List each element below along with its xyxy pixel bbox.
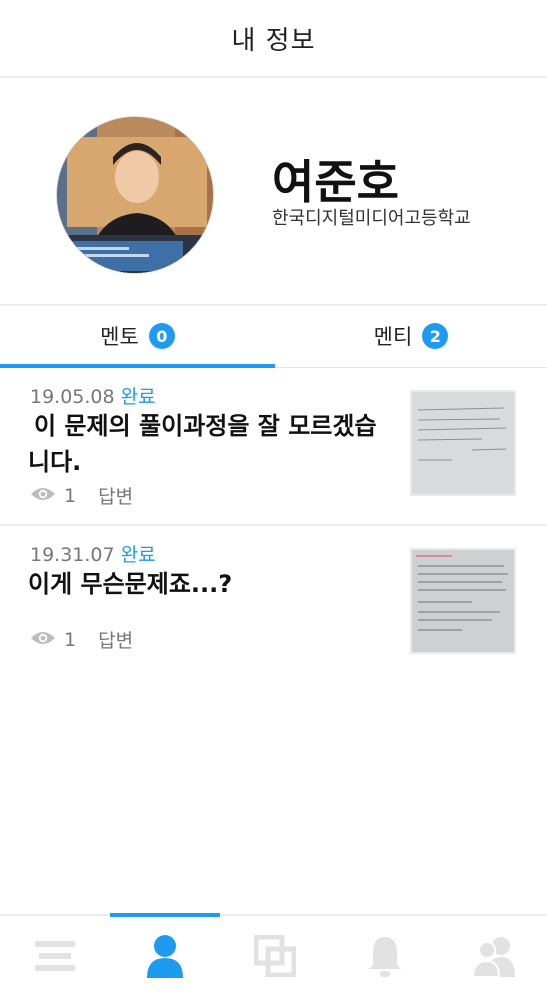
nav-profile[interactable] [110,930,220,986]
post-status: 완료 [120,386,156,408]
post-meta: 19.05.08 완료 [30,382,156,409]
post-status: 완료 [120,544,156,566]
avatar-photo [57,117,213,273]
list-icon [35,939,75,977]
nav-home[interactable] [0,930,110,986]
tab-bar: 멘토 0 멘티 2 [0,306,547,368]
answer-label: 답변 [98,630,134,652]
handwritten-note-image [412,392,514,494]
top-bar: 내 정보 [0,0,547,78]
bell-icon [367,935,403,981]
post-date: 19.05.08 [30,386,115,408]
eye-icon [30,485,56,507]
tab-mentor[interactable]: 멘토 0 [0,306,275,366]
profile-name: 여준호 [272,155,399,209]
active-nav-indicator [110,913,220,917]
user-icon [145,934,185,982]
post-thumbnail[interactable] [410,390,516,496]
profile-school: 한국디지털미디어고등학교 [272,208,471,229]
tab-mentee-count-badge: 2 [422,323,449,349]
post-date: 19.31.07 [30,544,115,566]
eye-icon [30,629,56,651]
bottom-nav [0,913,547,997]
tab-mentee[interactable]: 멘티 2 [275,306,547,366]
answer-label: 답변 [98,486,134,508]
post-thumbnail[interactable] [410,548,516,654]
post-stats: 1 답변 [30,626,133,653]
profile-section: 여준호 한국디지털미디어고등학교 [0,80,547,306]
post-stats: 1 답변 [30,482,133,509]
nav-notifications[interactable] [330,930,440,986]
active-tab-indicator [0,364,275,368]
post-meta: 19.31.07 완료 [30,540,156,567]
tab-mentor-count-badge: 0 [148,323,175,349]
page-title: 내 정보 [231,25,316,56]
printed-problem-image [412,550,514,652]
nav-scan[interactable] [220,930,330,986]
nav-community[interactable] [440,930,547,986]
avatar[interactable] [56,116,214,274]
scan-icon [253,934,297,981]
users-icon [471,935,517,981]
view-count: 1 [64,628,77,651]
post-title: 이 문제의 풀이과정을 잘 모르겠습니다. [28,412,377,476]
tab-mentee-label: 멘티 [373,325,413,349]
view-count: 1 [64,484,77,507]
list-item[interactable]: 19.05.08 완료 이 문제의 풀이과정을 잘 모르겠습니다. 1 답변 [0,370,547,526]
post-title: 이게 무슨문제죠...? [28,570,233,598]
tab-mentor-label: 멘토 [100,325,139,349]
list-item[interactable]: 19.31.07 완료 이게 무슨문제죠...? 1 답변 [0,528,547,668]
